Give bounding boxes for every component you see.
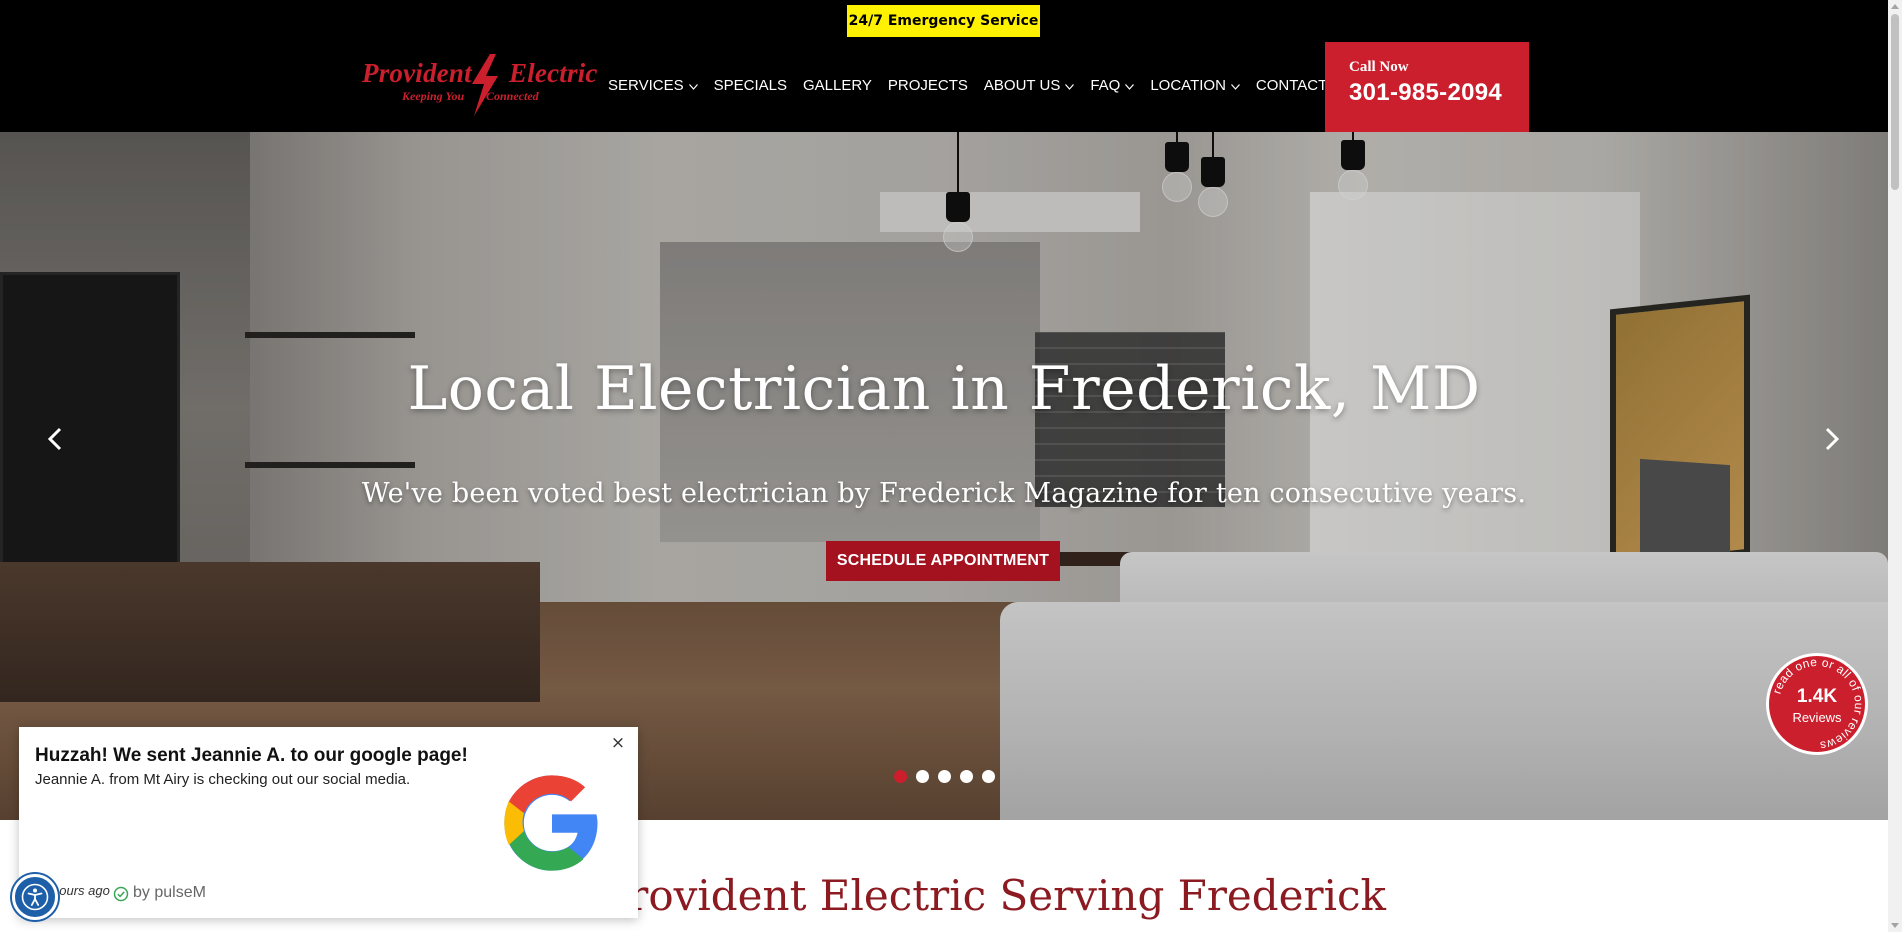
popup-time: hours ago xyxy=(52,883,110,898)
hero-title: Local Electrician in Frederick, MD xyxy=(407,354,1481,424)
chevron-down-icon xyxy=(688,83,698,90)
nav-faq[interactable]: FAQ xyxy=(1090,74,1135,96)
provident-electric-logo[interactable]: Provident Electric Keeping You Connected xyxy=(360,54,598,118)
nav-about-us-label: ABOUT US xyxy=(983,76,1061,94)
popup-message: Jeannie A. from Mt Airy is checking out … xyxy=(35,771,411,788)
hero-subtitle: We've been voted best electrician by Fre… xyxy=(361,478,1527,509)
slider-dot-3[interactable] xyxy=(938,770,951,783)
nav-gallery-label: GALLERY xyxy=(802,76,872,94)
reviews-label: Reviews xyxy=(1792,710,1842,725)
hero-slider: Local Electrician in Frederick, MD We've… xyxy=(0,132,1888,820)
call-now-label: Call Now xyxy=(1349,59,1409,75)
nav-gallery[interactable]: GALLERY xyxy=(803,74,872,96)
social-proof-popup[interactable]: Huzzah! We sent Jeannie A. to our google… xyxy=(19,727,638,918)
phone-number[interactable]: 301-985-2094 xyxy=(1349,79,1502,107)
nav-services[interactable]: SERVICES xyxy=(608,74,698,96)
logo-word-2: Electric xyxy=(509,58,598,88)
nav-faq-label: FAQ xyxy=(1090,76,1121,94)
logo-tagline: Keeping You Connected xyxy=(402,89,539,104)
section-title: Provident Electric Serving Frederick xyxy=(600,871,1386,920)
logo-word-1: Provident xyxy=(362,58,472,88)
chevron-down-icon xyxy=(1230,83,1240,90)
site-header: 24/7 Emergency Service Provident Electri… xyxy=(0,0,1888,132)
popup-provider[interactable]: by pulseM xyxy=(133,884,206,902)
slider-dot-4[interactable] xyxy=(960,770,973,783)
logo-tagline-1: Keeping You xyxy=(402,89,465,103)
nav-specials[interactable]: SPECIALS xyxy=(714,74,787,96)
emergency-service-banner[interactable]: 24/7 Emergency Service xyxy=(847,5,1040,37)
chevron-down-icon xyxy=(1065,83,1075,90)
close-icon[interactable]: × xyxy=(610,735,626,752)
nav-about-us[interactable]: ABOUT US xyxy=(983,74,1075,96)
reviews-count: 1.4K xyxy=(1796,686,1838,707)
nav-services-label: SERVICES xyxy=(608,76,684,94)
nav-specials-label: SPECIALS xyxy=(713,76,787,94)
slider-prev-button[interactable] xyxy=(41,424,71,454)
nav-location[interactable]: LOCATION xyxy=(1150,74,1240,96)
call-now-button[interactable]: Call Now 301-985-2094 xyxy=(1325,42,1529,132)
popup-title: Huzzah! We sent Jeannie A. to our google… xyxy=(35,745,468,766)
schedule-appointment-button[interactable]: SCHEDULE APPOINTMENT xyxy=(826,541,1060,581)
slider-dot-1[interactable] xyxy=(894,770,907,783)
google-g-logo xyxy=(504,775,598,871)
chevron-down-icon xyxy=(1125,83,1135,90)
chevron-left-icon xyxy=(47,427,62,451)
slider-next-button[interactable] xyxy=(1816,424,1846,454)
scrollbar-thumb[interactable] xyxy=(1891,14,1899,190)
reviews-badge[interactable]: read one or all of our reviews 1.4K Revi… xyxy=(1766,653,1868,755)
main-nav: SERVICES SPECIALS GALLERY PROJECTS ABOUT… xyxy=(608,74,1382,96)
slider-dot-2[interactable] xyxy=(916,770,929,783)
nav-projects-label: PROJECTS xyxy=(887,76,968,94)
scroll-up-arrow-icon[interactable] xyxy=(1888,0,1902,14)
slider-dot-5[interactable] xyxy=(982,770,995,783)
check-circle-icon xyxy=(113,886,129,902)
lightning-bolt-icon xyxy=(472,54,498,116)
nav-projects[interactable]: PROJECTS xyxy=(888,74,968,96)
scroll-down-arrow-icon[interactable] xyxy=(1888,918,1902,932)
nav-location-label: LOCATION xyxy=(1150,76,1226,94)
accessibility-button[interactable] xyxy=(12,874,58,920)
accessibility-icon xyxy=(21,883,49,911)
chevron-right-icon xyxy=(1825,427,1840,451)
logo-tagline-2: Connected xyxy=(486,89,539,103)
slider-dots xyxy=(894,770,995,783)
